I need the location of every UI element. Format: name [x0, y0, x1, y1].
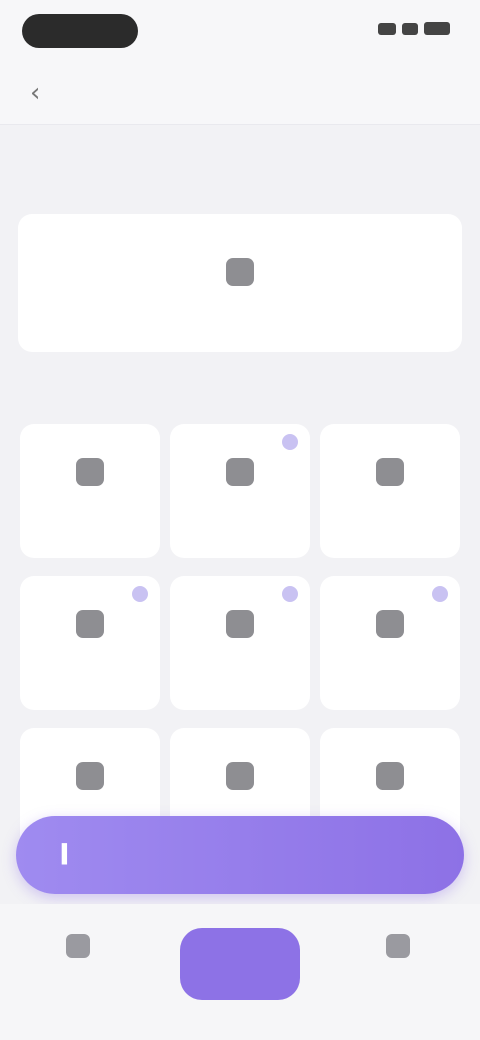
- tile-badge: [282, 586, 298, 602]
- nav-left-icon: [66, 934, 90, 958]
- wifi-icon: [402, 22, 418, 35]
- grid-tile-3[interactable]: [320, 424, 460, 558]
- nav-item-left[interactable]: [38, 934, 118, 966]
- tile-icon: [376, 762, 404, 790]
- app-header: ‹: [0, 64, 480, 125]
- tile-icon: [376, 610, 404, 638]
- nav-item-center[interactable]: [180, 928, 300, 1000]
- tile-icon: [226, 458, 254, 486]
- tile-badge: [132, 586, 148, 602]
- tile-badge: [282, 434, 298, 450]
- tile-icon: [376, 458, 404, 486]
- cta-icon: ▍: [62, 844, 76, 865]
- tile-badge: [432, 586, 448, 602]
- signal-icon: [378, 22, 396, 35]
- bottom-nav: [0, 904, 480, 1040]
- tile-icon: [226, 610, 254, 638]
- battery-icon: [424, 22, 450, 35]
- top-card[interactable]: [18, 214, 462, 352]
- tile-icon: [76, 458, 104, 486]
- status-bar: [0, 0, 480, 64]
- nav-right-icon: [386, 934, 410, 958]
- tile-icon: [76, 762, 104, 790]
- top-card-icon: [226, 258, 254, 286]
- tile-icon: [226, 762, 254, 790]
- primary-cta-button[interactable]: ▍: [16, 816, 464, 894]
- page-title: [180, 78, 300, 102]
- tile-icon: [76, 610, 104, 638]
- nav-item-right[interactable]: [358, 934, 438, 966]
- grid-tile-1[interactable]: [20, 424, 160, 558]
- back-arrow-icon[interactable]: ‹: [30, 78, 60, 108]
- status-icons: [378, 22, 450, 35]
- status-time-pill: [22, 14, 138, 48]
